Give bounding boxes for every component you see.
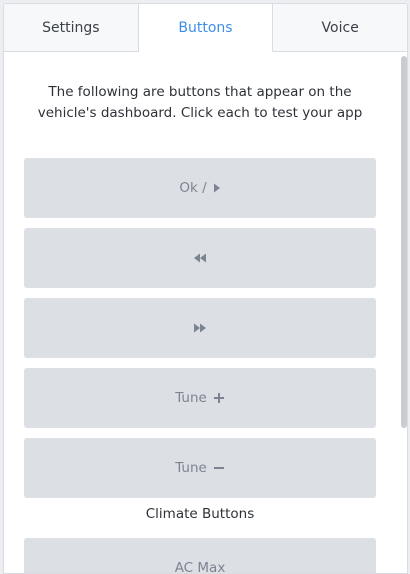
tune-down-label: Tune [175,460,207,476]
app-panel: Settings Buttons Voice The following are… [3,3,408,574]
tune-down-button[interactable]: Tune [24,438,376,498]
ok-button-label: Ok / [179,180,207,196]
scrollbar[interactable] [401,56,407,428]
tab-buttons[interactable]: Buttons [138,4,274,52]
play-icon [213,183,221,193]
tab-settings[interactable]: Settings [4,4,139,52]
tab-voice[interactable]: Voice [273,4,407,52]
ac-max-label: AC Max [174,560,226,574]
tune-up-label: Tune [175,390,207,406]
seek-left-button[interactable] [24,228,376,288]
tune-up-button[interactable]: Tune [24,368,376,428]
minus-icon [213,462,225,474]
buttons-panel: The following are buttons that appear on… [4,52,407,574]
seek-right-button[interactable] [24,298,376,358]
rewind-icon [193,253,207,263]
tab-bar: Settings Buttons Voice [4,4,407,52]
climate-buttons-heading: Climate Buttons [145,506,255,522]
ac-max-button[interactable]: AC Max [24,538,376,574]
ok-button[interactable]: Ok / [24,158,376,218]
plus-icon [213,392,225,404]
intro-text: The following are buttons that appear on… [37,84,363,121]
fast-forward-icon [193,323,207,333]
